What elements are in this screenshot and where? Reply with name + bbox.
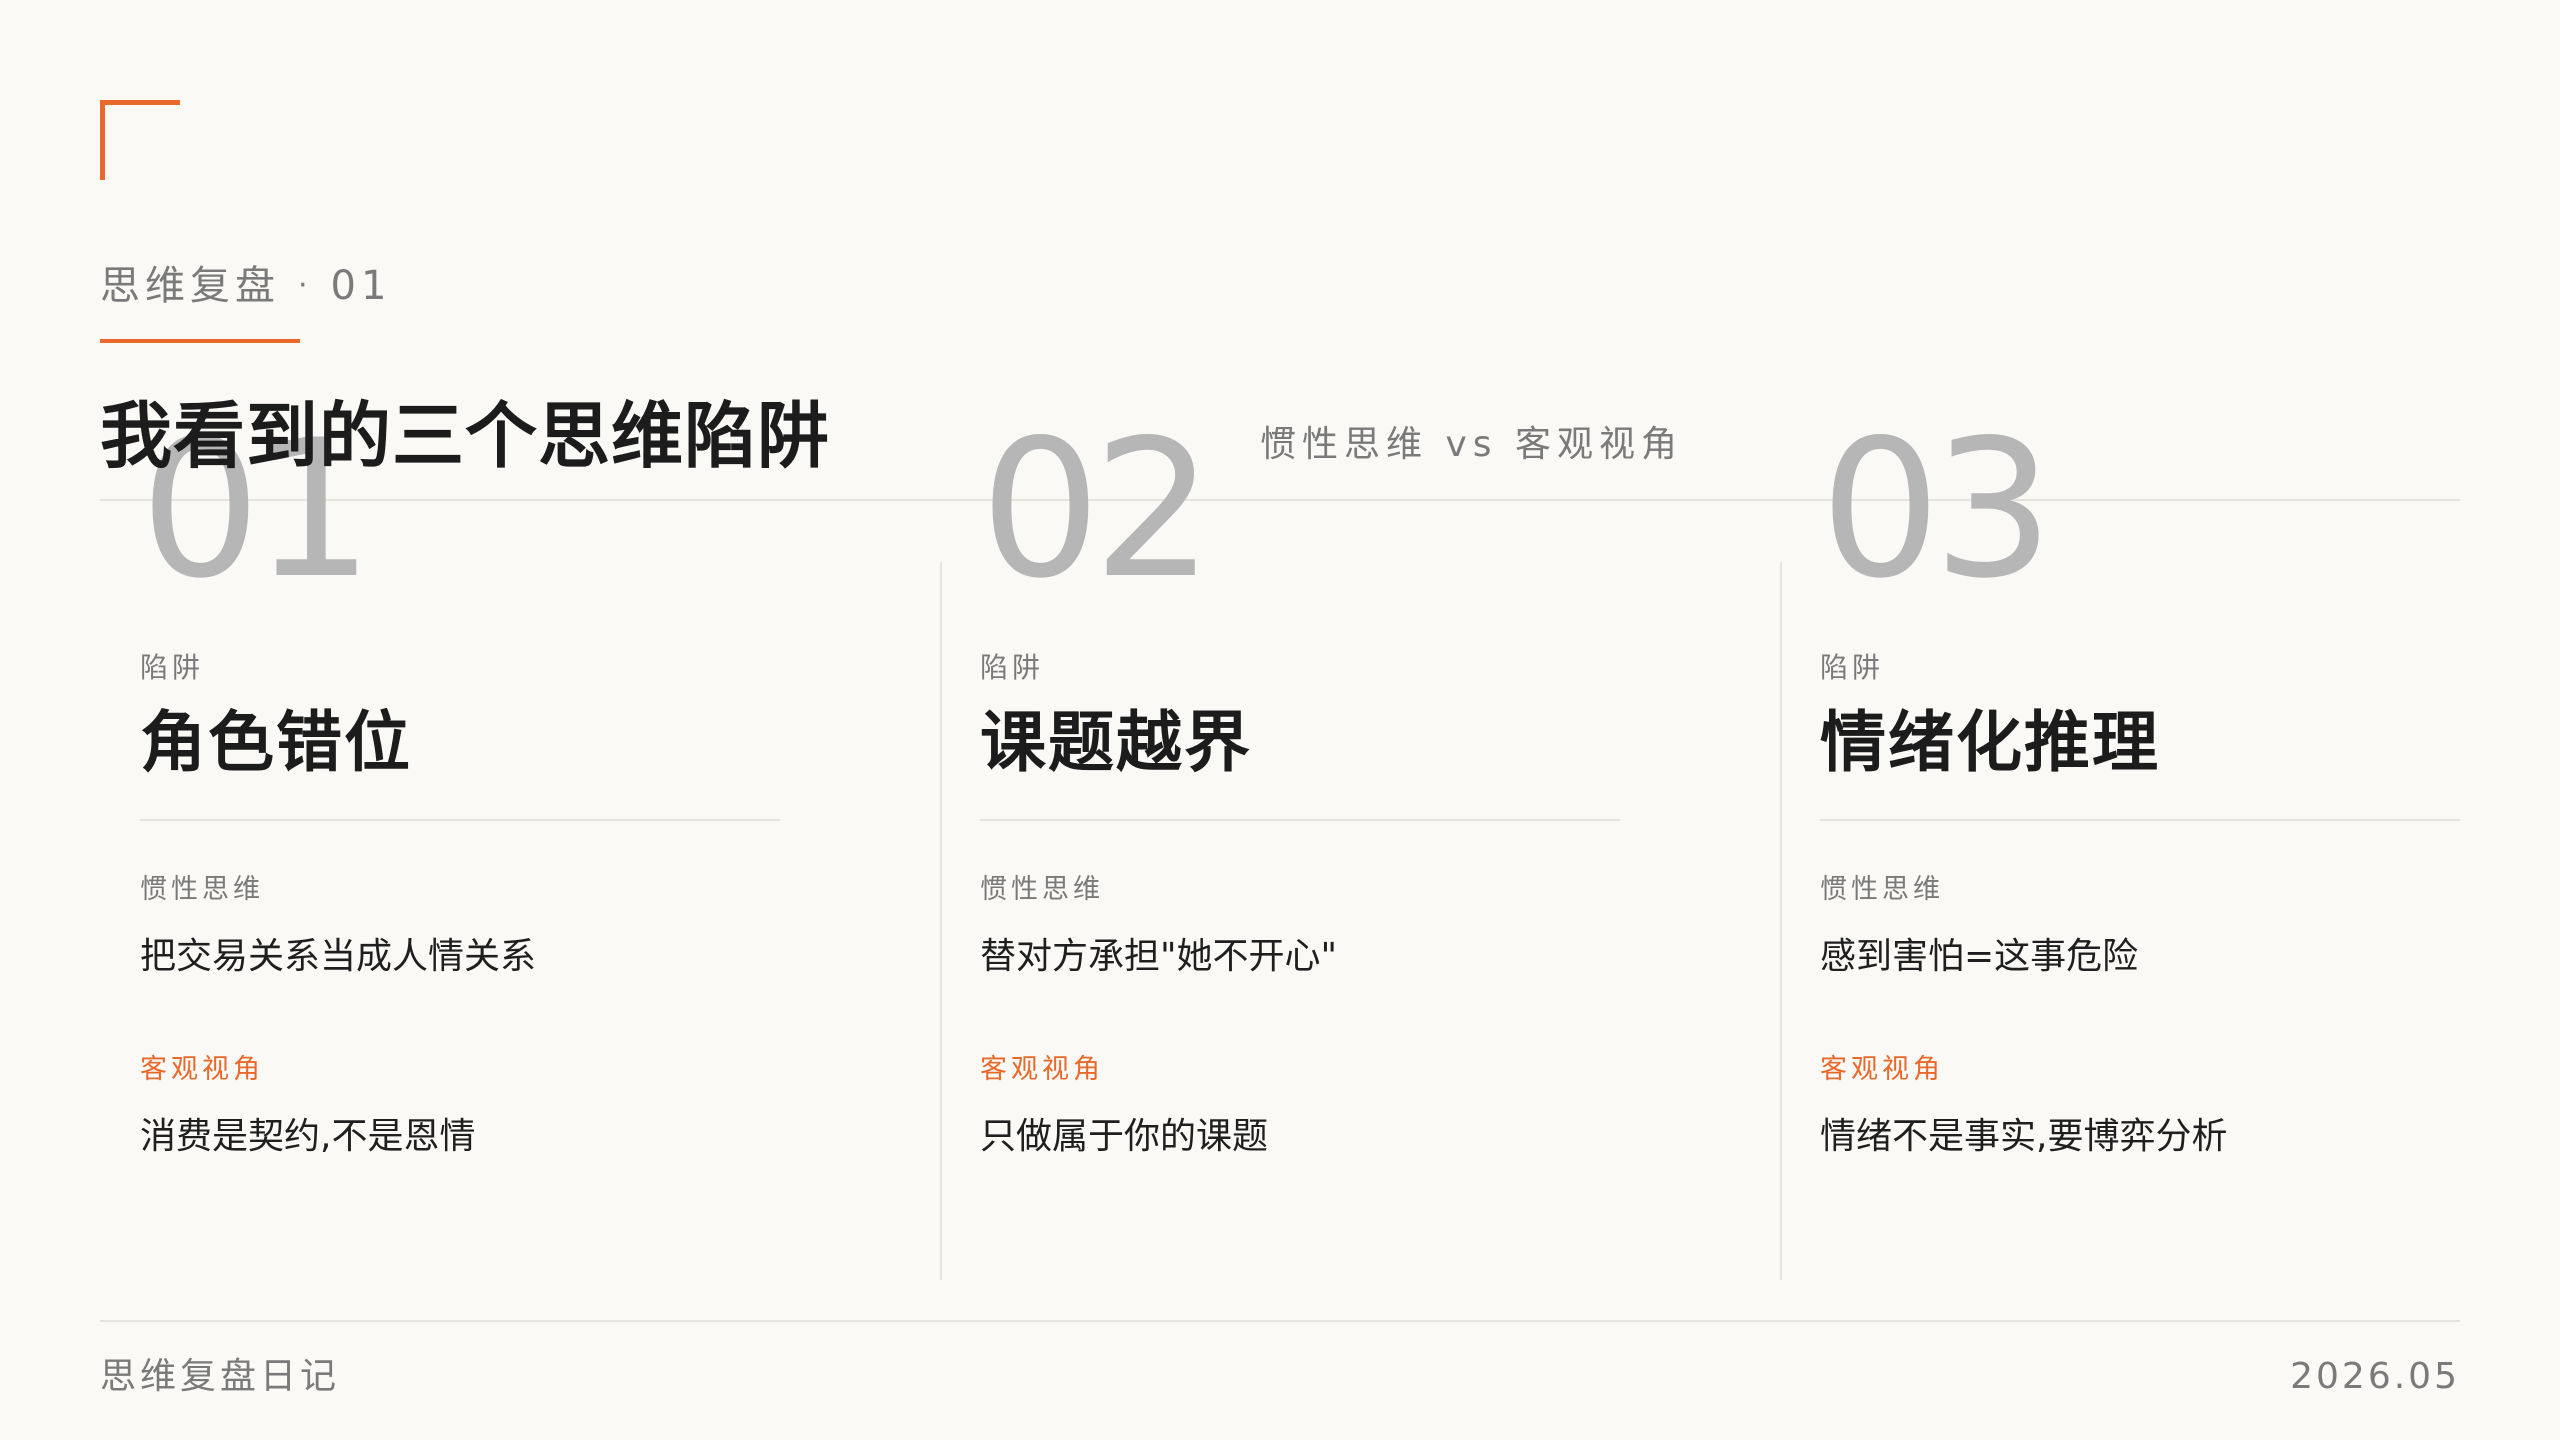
- section-label-separator: ·: [298, 268, 313, 303]
- trap-kicker: 陷阱: [980, 651, 1045, 684]
- objective-view-label: 客观视角: [980, 1054, 1104, 1085]
- inertial-thinking-label: 惯性思维: [980, 874, 1104, 905]
- footer-date: 2026.05: [2290, 1356, 2460, 1397]
- trap-divider: [1820, 819, 2460, 821]
- section-label-text: 思维复盘: [100, 263, 280, 309]
- objective-view-label: 客观视角: [140, 1054, 264, 1085]
- page-title: 我看到的三个思维陷阱: [100, 394, 831, 478]
- section-accent-underline: [100, 339, 300, 343]
- trap-card-3: 03 陷阱 情绪化推理 惯性思维 感到害怕=这事危险 客观视角 情绪不是事实,要…: [1780, 399, 2560, 1280]
- trap-card-1: 01 陷阱 角色错位 惯性思维 把交易关系当成人情关系 客观视角 消费是契约,不…: [100, 415, 940, 1280]
- trap-title: 课题越界: [980, 704, 1252, 781]
- objective-view-text: 情绪不是事实,要博弈分析: [1820, 1116, 2228, 1157]
- trap-divider: [980, 819, 1620, 821]
- trap-kicker: 陷阱: [140, 651, 205, 684]
- column-divider: [1780, 562, 1782, 1280]
- inertial-thinking-text: 替对方承担"她不开心": [980, 936, 1338, 977]
- trap-title: 情绪化推理: [1820, 704, 2160, 781]
- trap-number: 02: [980, 399, 1214, 620]
- trap-divider: [140, 819, 780, 821]
- objective-view-label: 客观视角: [1820, 1054, 1944, 1085]
- section-label: 思维复盘 · 01: [100, 258, 391, 314]
- corner-bracket-decoration: [100, 100, 180, 180]
- footer-divider: [100, 1320, 2460, 1322]
- section-label-number: 01: [330, 263, 392, 309]
- trap-kicker: 陷阱: [1820, 651, 1885, 684]
- inertial-thinking-text: 感到害怕=这事危险: [1820, 936, 2139, 977]
- objective-view-text: 只做属于你的课题: [980, 1116, 1269, 1157]
- column-divider: [940, 562, 942, 1280]
- inertial-thinking-text: 把交易关系当成人情关系: [140, 936, 537, 977]
- trap-card-2: 02 陷阱 课题越界 惯性思维 替对方承担"她不开心" 客观视角 只做属于你的课…: [940, 399, 1780, 1280]
- inertial-thinking-label: 惯性思维: [1820, 874, 1944, 905]
- footer-brand: 思维复盘日记: [100, 1356, 341, 1397]
- trap-title: 角色错位: [140, 704, 412, 781]
- trap-number: 03: [1820, 399, 2054, 620]
- objective-view-text: 消费是契约,不是恩情: [140, 1116, 476, 1157]
- inertial-thinking-label: 惯性思维: [140, 874, 264, 905]
